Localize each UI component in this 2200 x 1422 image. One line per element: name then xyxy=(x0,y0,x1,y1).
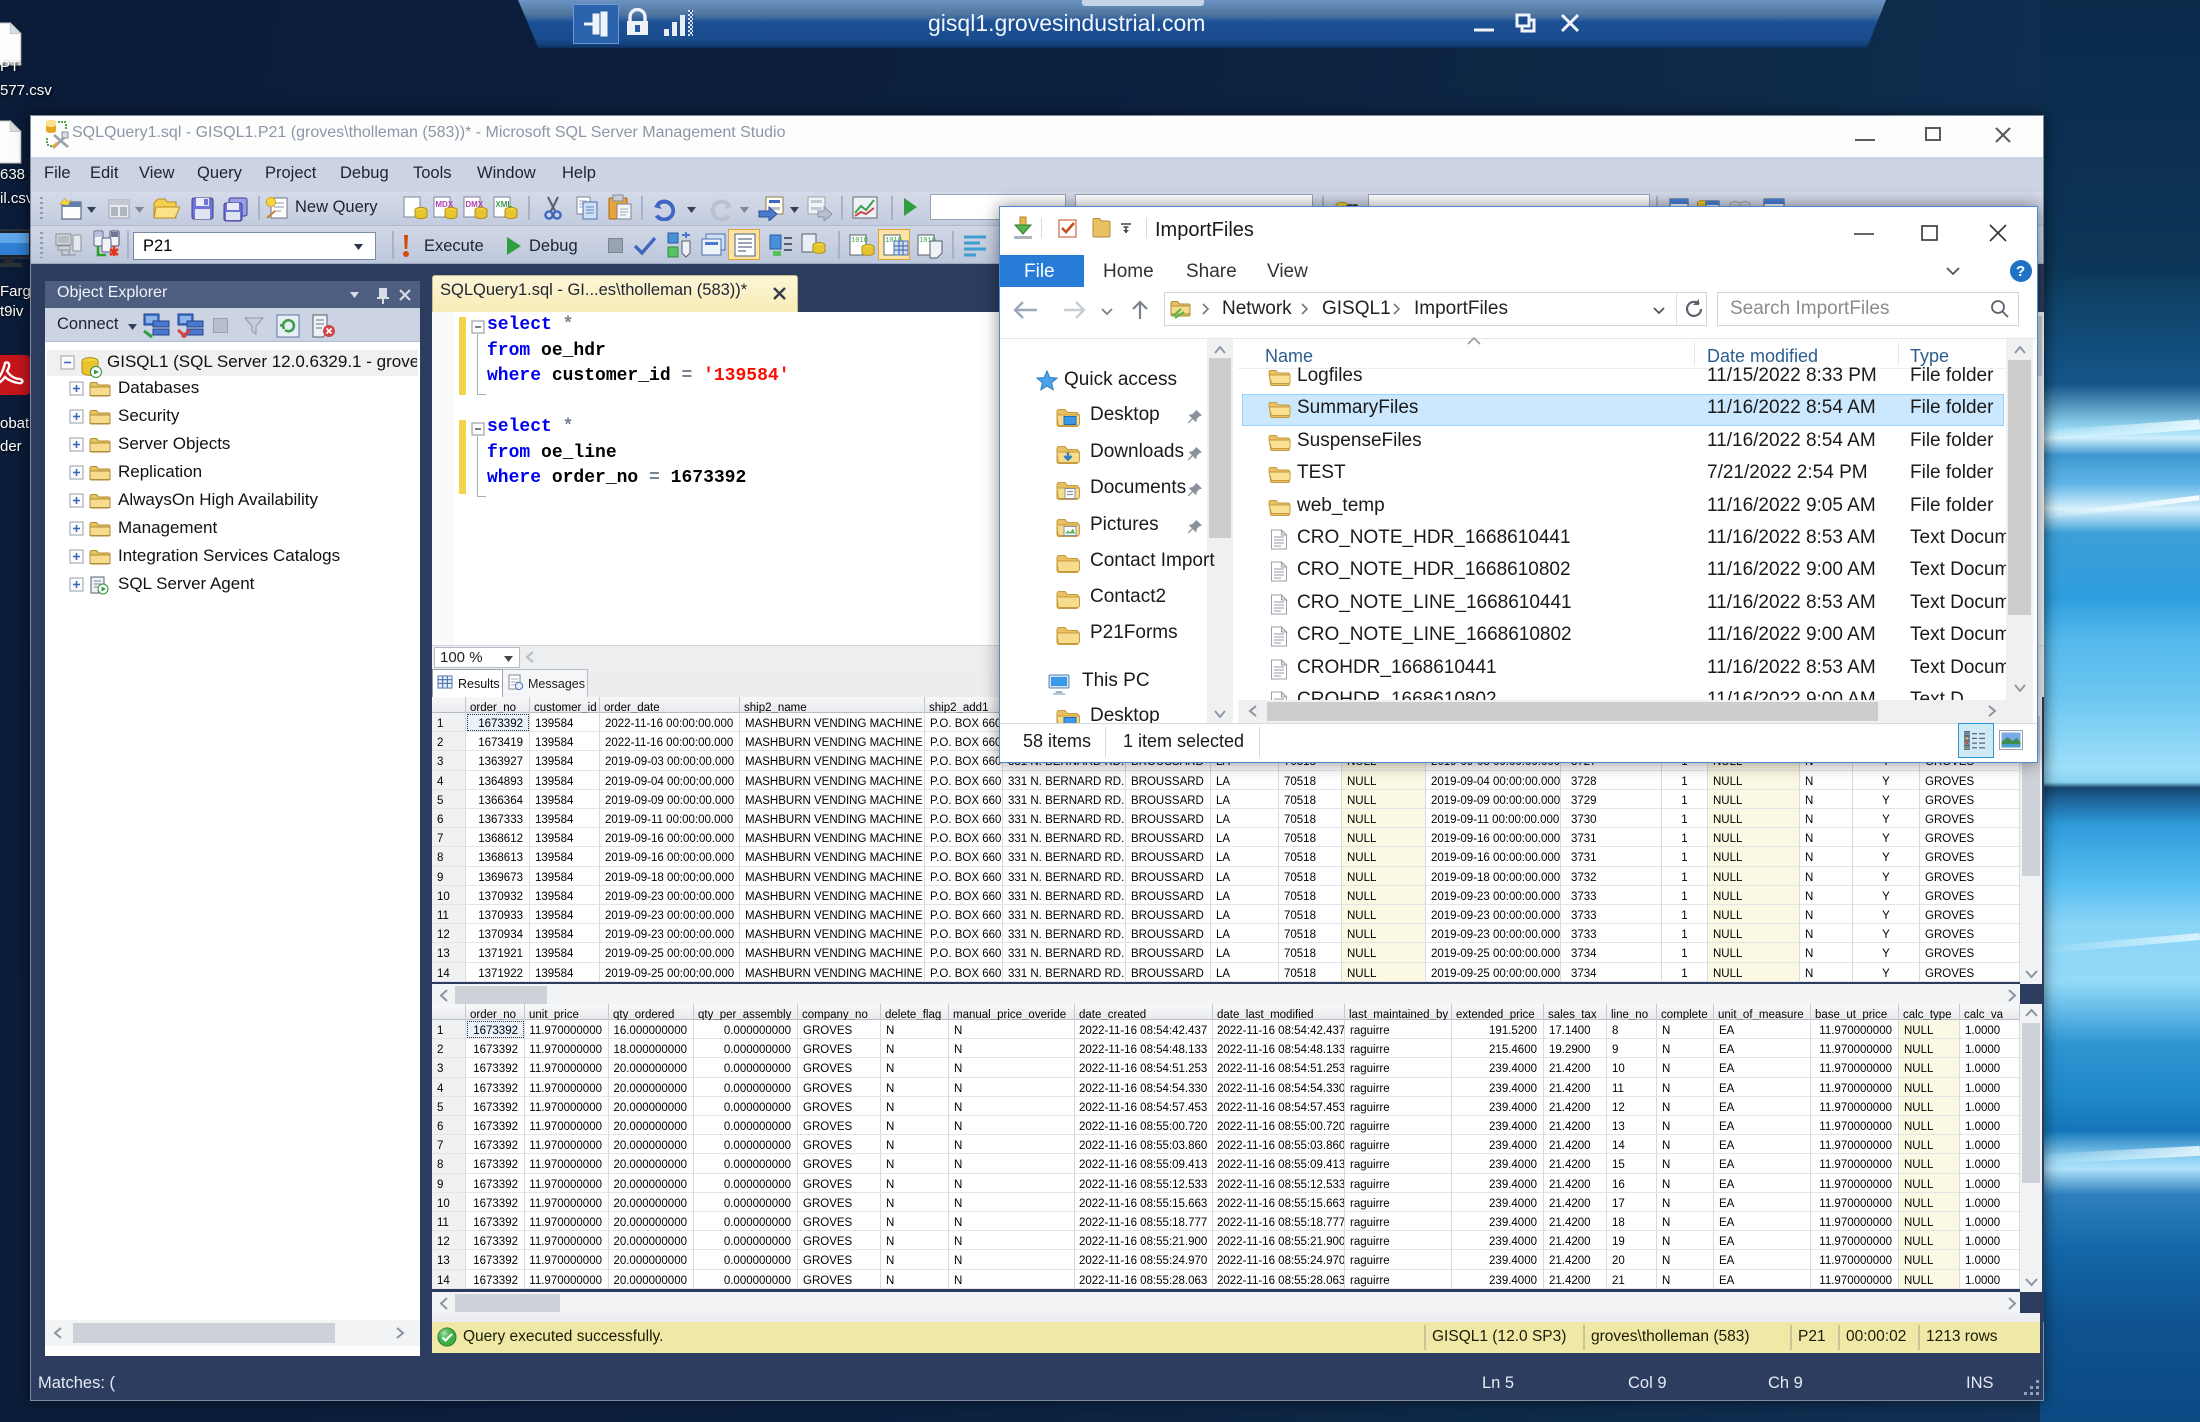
svg-text:1010: 1010 xyxy=(851,237,868,245)
svg-text:?: ? xyxy=(2016,263,2025,280)
